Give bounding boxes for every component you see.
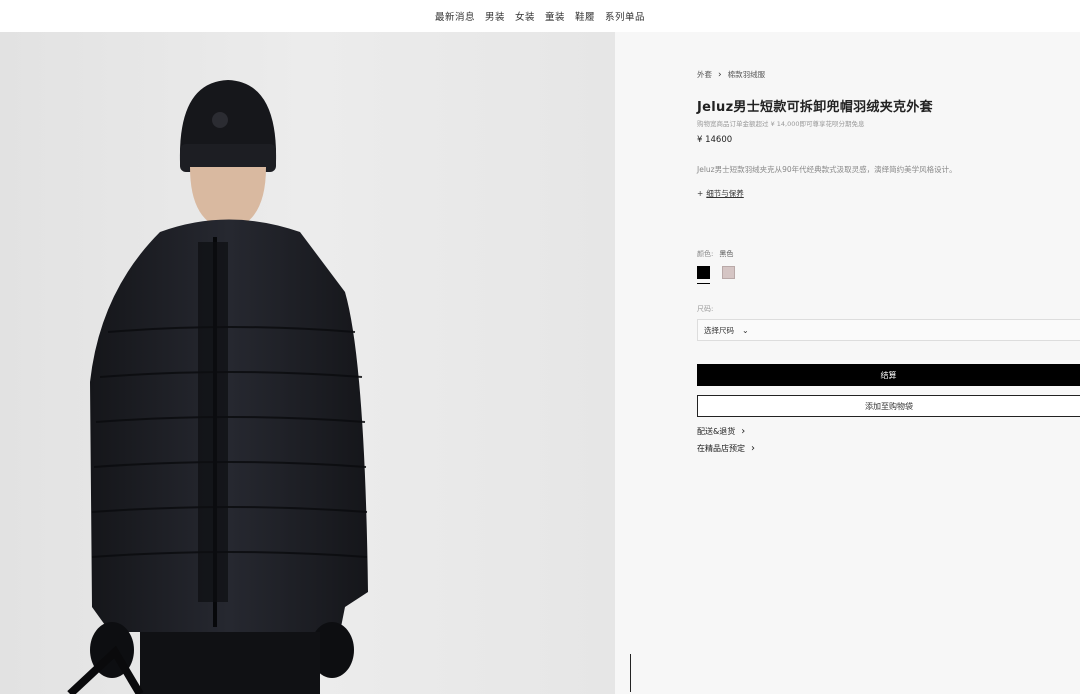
nav-item-shoes[interactable]: 鞋履 bbox=[575, 9, 595, 23]
nav-item-collections[interactable]: 系列单品 bbox=[605, 9, 645, 23]
product-image bbox=[0, 32, 615, 694]
plus-icon: + bbox=[697, 189, 704, 198]
chevron-right-icon: › bbox=[741, 426, 746, 437]
color-swatch-pink[interactable] bbox=[722, 266, 735, 279]
color-value: 黑色 bbox=[719, 250, 734, 258]
checkout-button[interactable]: 结算 bbox=[697, 364, 1080, 386]
breadcrumb-item-outerwear[interactable]: 外套 bbox=[697, 69, 712, 80]
color-label: 颜色: bbox=[697, 250, 714, 258]
details-care-link[interactable]: + 细节与保养 bbox=[697, 188, 744, 199]
selected-swatch-indicator bbox=[697, 283, 710, 284]
nav-item-men[interactable]: 男装 bbox=[485, 9, 505, 23]
model-photo bbox=[67, 80, 368, 694]
nav-item-kids[interactable]: 童装 bbox=[545, 9, 565, 23]
installment-promo: 购物宽商品订单金额超过 ¥ 14,000即可尊享花呗分期免息 bbox=[697, 120, 865, 128]
boutique-reserve-label: 在精品店预定 bbox=[697, 444, 745, 453]
color-selector-label: 颜色: 黑色 bbox=[697, 249, 733, 259]
product-price: ¥ 14600 bbox=[697, 135, 733, 145]
chevron-right-icon: › bbox=[751, 443, 755, 454]
size-label: 尺码: bbox=[697, 305, 714, 313]
breadcrumb: 外套 › 棉款羽绒服 bbox=[697, 69, 765, 80]
chevron-down-icon: ⌄ bbox=[742, 325, 749, 335]
chevron-right-icon: › bbox=[718, 69, 722, 80]
nav-item-women[interactable]: 女装 bbox=[515, 9, 535, 23]
add-to-bag-button[interactable]: 添加至购物袋 bbox=[697, 395, 1080, 417]
shipping-returns-link[interactable]: 配送&退货 › bbox=[697, 426, 745, 437]
product-details-panel: 外套 › 棉款羽绒服 Jeluz男士短款可拆卸兜帽羽绒夹克外套 购物宽商品订单金… bbox=[615, 32, 1080, 694]
shipping-returns-label: 配送&退货 bbox=[697, 427, 736, 436]
boutique-reserve-link[interactable]: 在精品店预定 › bbox=[697, 443, 755, 454]
color-swatch-black[interactable] bbox=[697, 266, 710, 279]
product-title: Jeluz男士短款可拆卸兜帽羽绒夹克外套 bbox=[697, 100, 933, 115]
product-description: Jeluz男士短款羽绒夹克从90年代经典款式汲取灵感，演绎简约美学风格设计。 bbox=[697, 165, 957, 174]
details-care-label: 细节与保养 bbox=[706, 189, 744, 198]
size-select[interactable]: 选择尺码 ⌄ bbox=[697, 319, 1080, 341]
breadcrumb-item-down-jackets[interactable]: 棉款羽绒服 bbox=[728, 69, 766, 80]
text-cursor bbox=[630, 654, 631, 692]
nav-item-news[interactable]: 最新消息 bbox=[435, 9, 475, 23]
size-placeholder: 选择尺码 bbox=[704, 325, 734, 335]
top-navigation: 最新消息 男装 女装 童装 鞋履 系列单品 bbox=[0, 0, 1080, 32]
